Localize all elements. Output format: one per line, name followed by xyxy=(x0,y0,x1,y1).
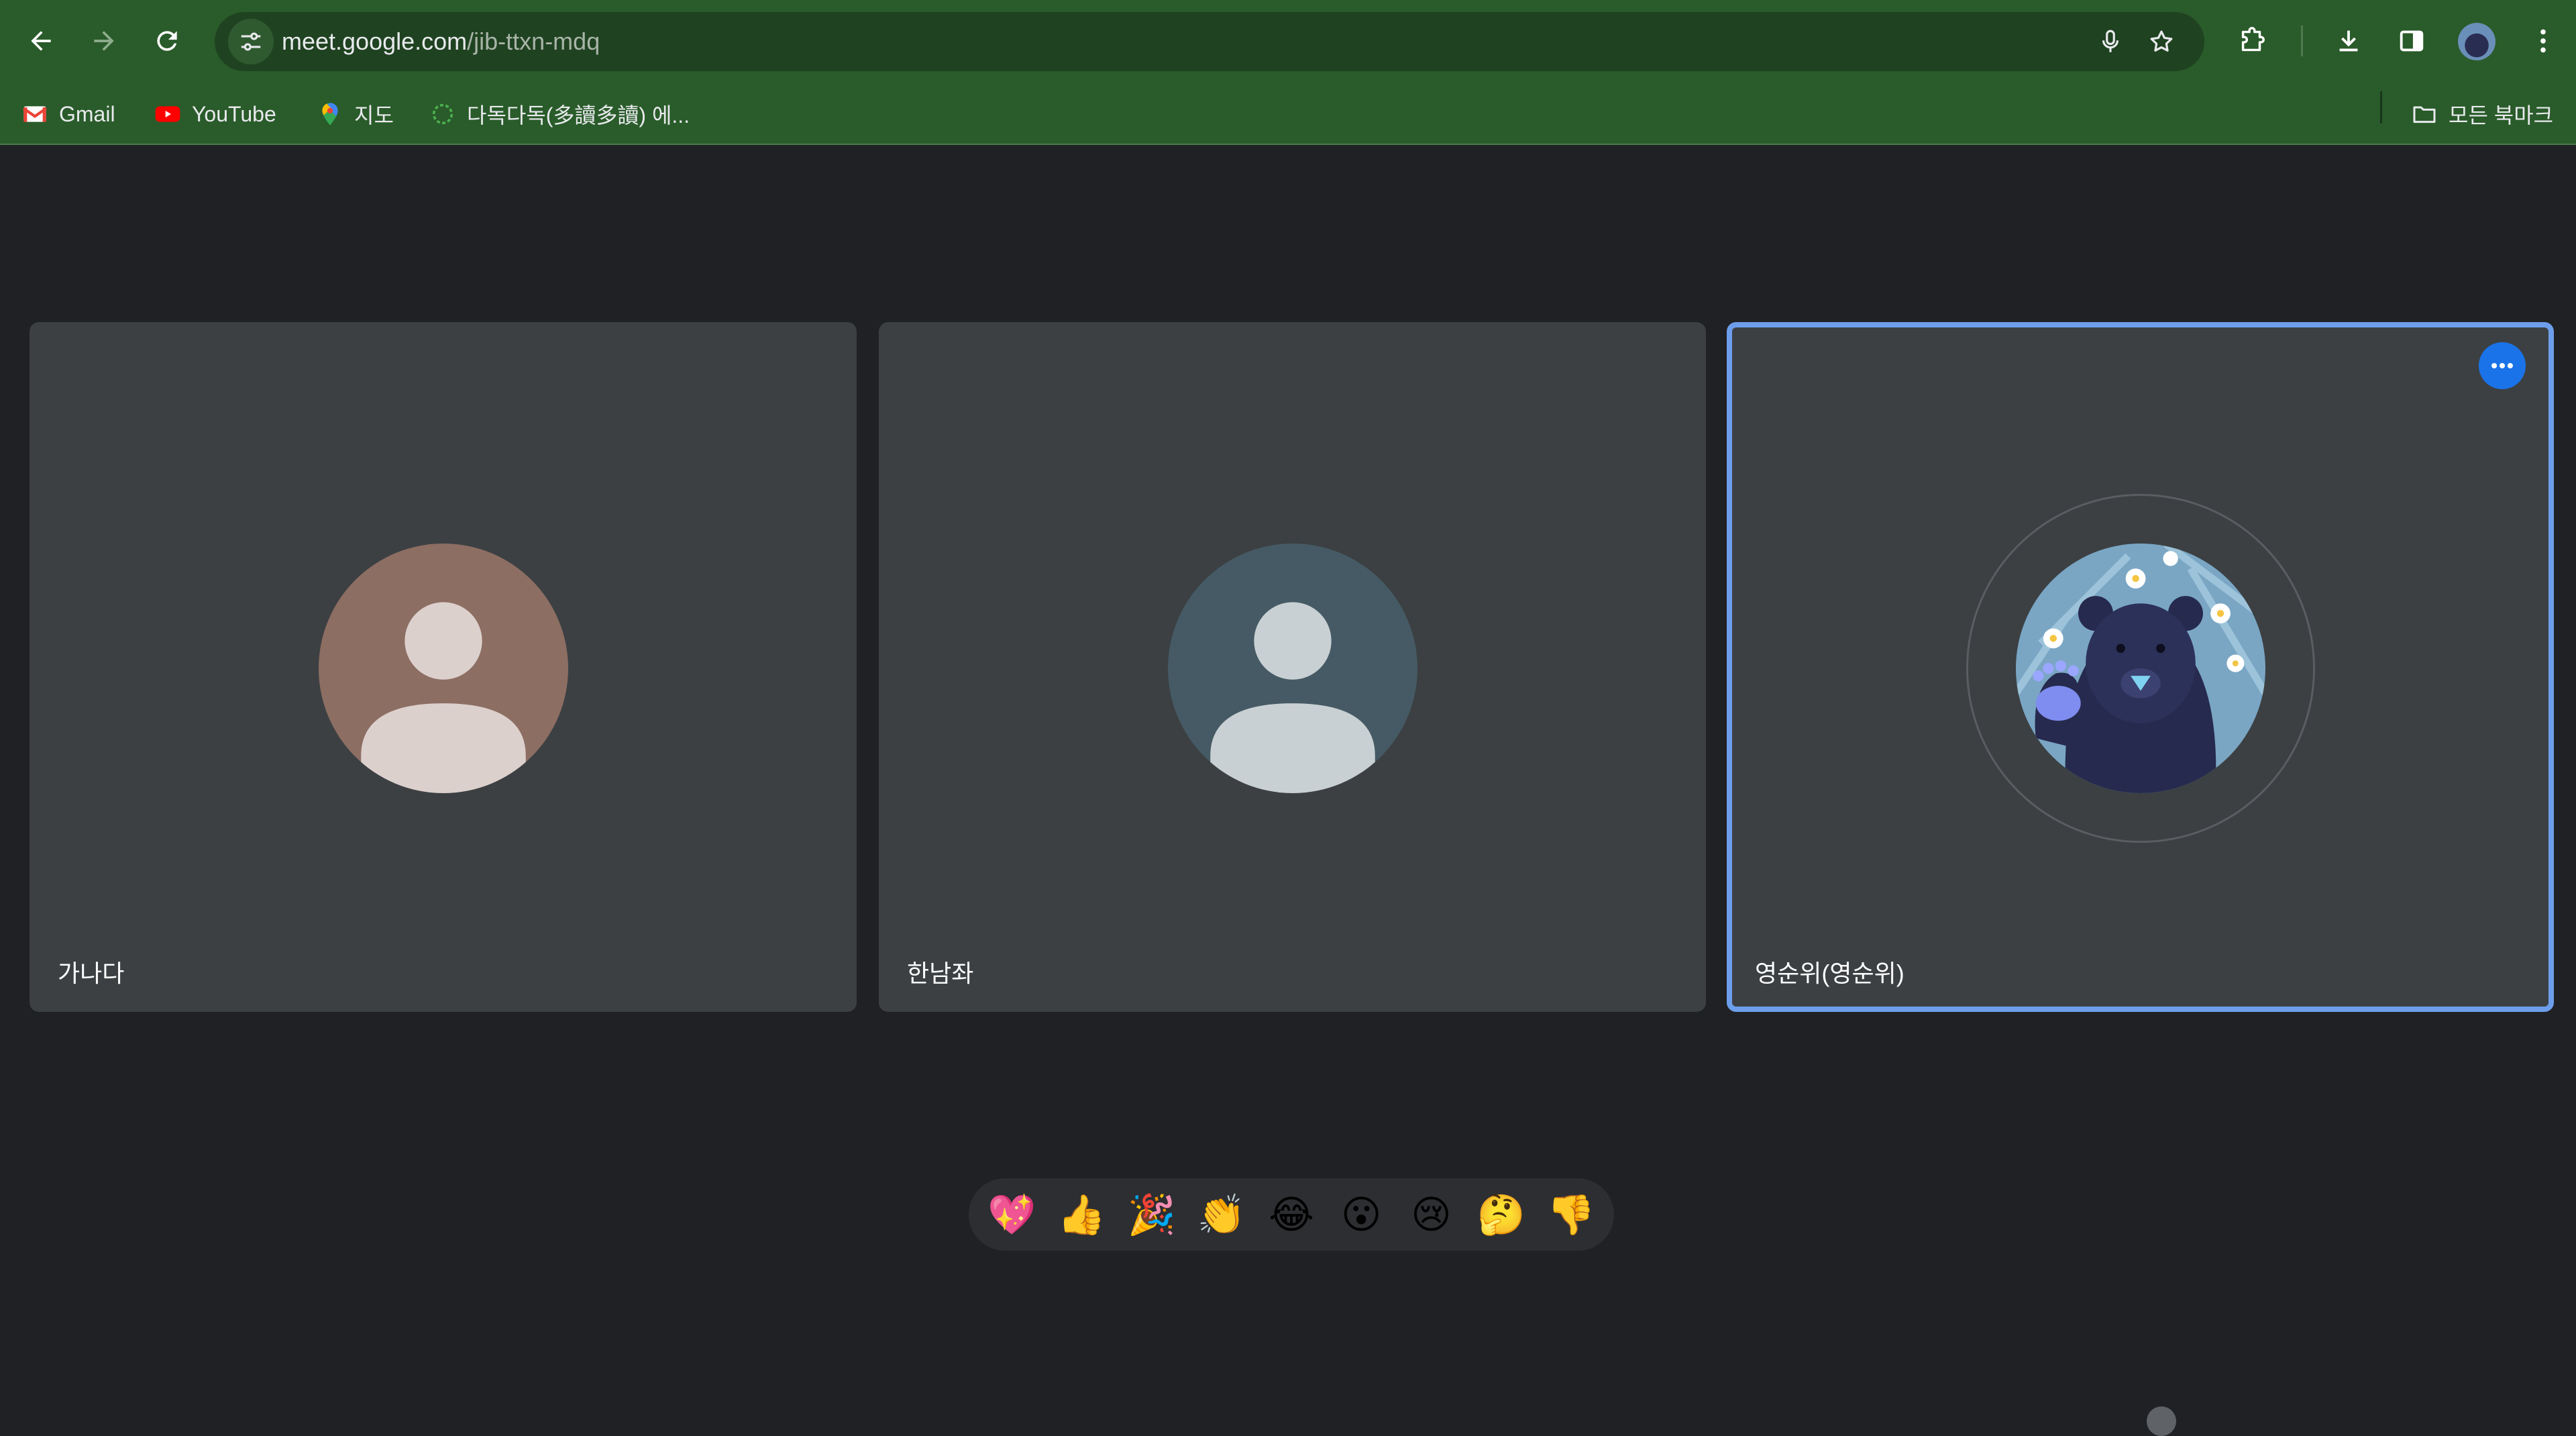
person-icon xyxy=(318,544,568,793)
bookmark-gmail[interactable]: Gmail xyxy=(21,97,115,132)
download-icon xyxy=(2339,30,2358,52)
participant-name: 가나다 xyxy=(58,960,125,987)
side-panel-icon xyxy=(2400,30,2424,52)
reload-icon xyxy=(157,31,177,51)
bookmark-star-button[interactable] xyxy=(2141,21,2182,62)
participant-tile[interactable]: 한남좌 xyxy=(879,322,1706,1012)
arrow-left-icon xyxy=(31,31,51,51)
reaction-thumbs-up[interactable]: 👍 xyxy=(1046,1182,1116,1247)
site-icon xyxy=(432,103,453,125)
more-horiz-icon xyxy=(2491,362,2513,369)
participant-avatar xyxy=(1167,544,1417,793)
extensions-button[interactable] xyxy=(2227,16,2277,66)
bookmark-label: 다독다독(多讀多讀) 에... xyxy=(467,103,690,127)
all-bookmarks-label: 모든 북마크 xyxy=(2449,103,2554,127)
participant-avatar xyxy=(318,544,568,793)
forward-button[interactable] xyxy=(78,15,130,67)
folder-icon xyxy=(2413,106,2436,123)
url-host: meet.google.com xyxy=(282,28,468,55)
browser-menu-button[interactable] xyxy=(2518,16,2568,66)
toolbar-divider xyxy=(2301,25,2303,56)
maps-icon xyxy=(322,103,338,125)
participant-name: 한남좌 xyxy=(907,960,974,987)
bookmark-label: YouTube xyxy=(192,101,276,126)
browser-chrome: meet.google.com/jib-ttxn-mdq Gmail YouTu… xyxy=(0,0,2576,146)
reaction-party-popper[interactable]: 🎉 xyxy=(1116,1182,1186,1247)
bookmark-maps[interactable]: 지도 xyxy=(317,97,394,132)
reaction-crying[interactable]: 😢 xyxy=(1396,1182,1466,1247)
bookmark-label: 지도 xyxy=(354,103,394,127)
address-bar[interactable]: meet.google.com/jib-ttxn-mdq xyxy=(215,12,2204,71)
reaction-clapping-hands[interactable]: 👏 xyxy=(1187,1182,1256,1247)
profile-avatar[interactable] xyxy=(2458,23,2496,60)
puzzle-icon xyxy=(2241,27,2265,52)
back-button[interactable] xyxy=(15,15,67,67)
person-icon xyxy=(1167,544,1417,793)
reaction-thumbs-down[interactable]: 👎 xyxy=(1536,1182,1606,1247)
partial-control-button[interactable] xyxy=(2147,1406,2176,1436)
participant-options-button[interactable] xyxy=(2479,342,2526,389)
meet-stage: 가나다 한남좌 영순위(영순위) xyxy=(0,145,2576,1436)
reactions-bar: 💖 👍 🎉 👏 😂 😮 😢 🤔 👎 xyxy=(969,1178,1614,1251)
microphone-icon xyxy=(2102,30,2119,52)
more-vert-icon xyxy=(2540,29,2546,53)
url-text[interactable]: meet.google.com/jib-ttxn-mdq xyxy=(282,12,600,71)
participant-name: 영순위(영순위) xyxy=(1755,960,1904,987)
bear-avatar-icon xyxy=(2015,544,2265,793)
side-panel-button[interactable] xyxy=(2387,16,2436,66)
bookmark-label: Gmail xyxy=(59,101,115,126)
reaction-thinking[interactable]: 🤔 xyxy=(1466,1182,1536,1247)
participant-tile[interactable]: 가나다 xyxy=(30,322,857,1012)
url-path: /jib-ttxn-mdq xyxy=(467,28,600,55)
reaction-sparkling-heart[interactable]: 💖 xyxy=(977,1182,1046,1247)
youtube-icon xyxy=(155,106,180,122)
gmail-icon xyxy=(23,106,47,122)
bookmarks-divider xyxy=(2380,91,2382,123)
browser-toolbar: meet.google.com/jib-ttxn-mdq xyxy=(0,0,2576,82)
tune-icon xyxy=(241,32,261,51)
bookmark-youtube[interactable]: YouTube xyxy=(154,97,276,132)
reaction-surprised[interactable]: 😮 xyxy=(1326,1182,1396,1247)
all-bookmarks-button[interactable]: 모든 북마크 xyxy=(2411,97,2553,132)
bookmark-dadokdadok[interactable]: 다독다독(多讀多讀) 에... xyxy=(429,97,690,132)
participant-tile-active[interactable]: 영순위(영순위) xyxy=(1727,322,2554,1012)
microphone-button[interactable] xyxy=(2090,21,2131,62)
downloads-button[interactable] xyxy=(2324,16,2373,66)
reload-button[interactable] xyxy=(141,15,193,67)
arrow-right-icon xyxy=(94,31,114,51)
star-icon xyxy=(2150,30,2173,52)
bookmarks-bar: Gmail YouTube 지도 다독다독(多讀多讀) 에... 모든 북마크 xyxy=(0,82,2576,145)
site-info-button[interactable] xyxy=(228,19,274,64)
reaction-tears-of-joy[interactable]: 😂 xyxy=(1256,1182,1326,1247)
participant-avatar xyxy=(2015,544,2265,793)
